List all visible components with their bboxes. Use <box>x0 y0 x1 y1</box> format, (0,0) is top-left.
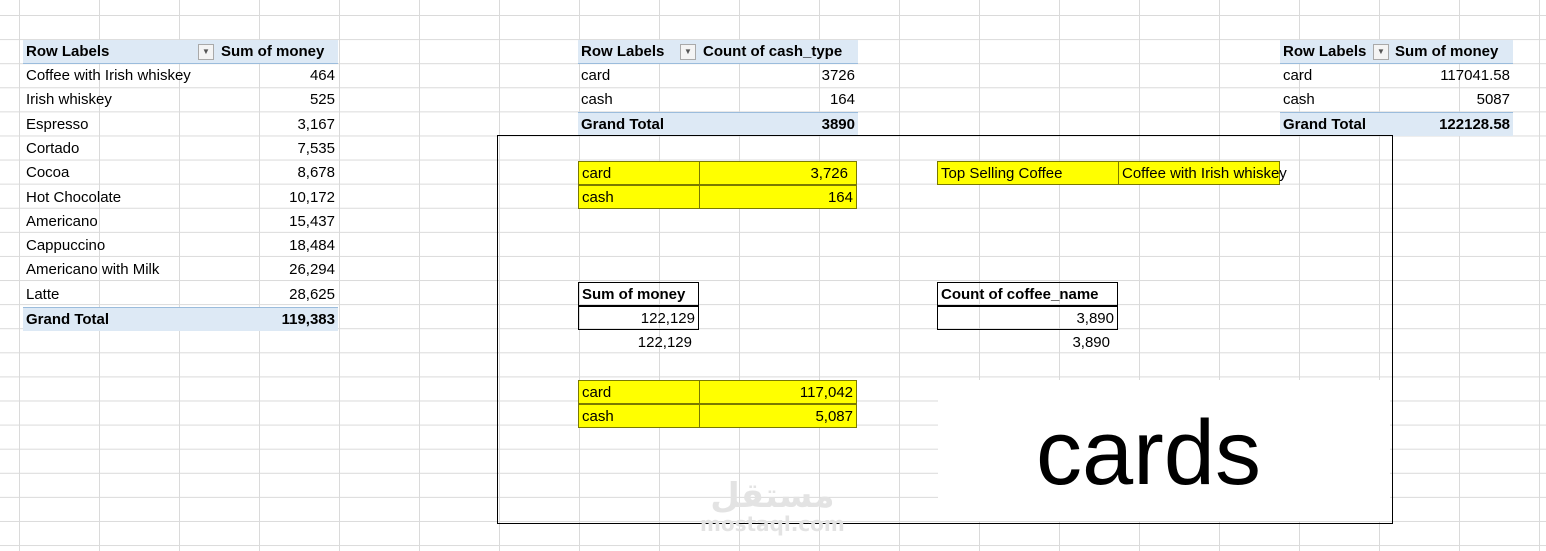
pivot-row-value[interactable]: 164 <box>700 88 858 112</box>
count-cash-value[interactable]: 164 <box>699 185 857 209</box>
pivot-row-value[interactable]: 28,625 <box>218 283 338 307</box>
pivot-row-label[interactable]: Espresso <box>23 113 218 137</box>
pivot-row-value[interactable]: 464 <box>218 64 338 88</box>
count-coffee-value-below[interactable]: 3,890 <box>937 331 1113 355</box>
pivot-header-value[interactable]: Sum of money <box>1392 40 1513 64</box>
pivot-row-label[interactable]: card <box>1280 64 1392 88</box>
pivot-row-label[interactable]: Cocoa <box>23 161 218 185</box>
pivot-row-label[interactable]: card <box>578 64 700 88</box>
pivot-row-label[interactable]: cash <box>578 88 700 112</box>
pivot-grand-total-value[interactable]: 119,383 <box>218 307 338 331</box>
sum-money-value-below[interactable]: 122,129 <box>578 331 695 355</box>
watermark-latin: mostaql.com <box>700 512 845 536</box>
payment-type-big-text: cards <box>1036 402 1261 504</box>
pivot-row-value[interactable]: 117041.58 <box>1392 64 1513 88</box>
pivot-row-value[interactable]: 525 <box>218 88 338 112</box>
count-card-value[interactable]: 3,726 <box>699 161 857 185</box>
pivot-row-label[interactable]: Coffee with Irish whiskey <box>23 64 218 88</box>
money-cash-value[interactable]: 5,087 <box>699 404 857 428</box>
watermark-arabic: مستقل <box>710 476 835 516</box>
pivot-header-row-labels[interactable]: Row Labels <box>23 40 218 64</box>
money-cash-label[interactable]: cash <box>578 404 700 428</box>
pivot-row-value[interactable]: 15,437 <box>218 210 338 234</box>
sum-money-value[interactable]: 122,129 <box>578 306 699 330</box>
dropdown-arrow-icon[interactable]: ▼ <box>1373 44 1389 60</box>
pivot-row-value[interactable]: 26,294 <box>218 258 338 282</box>
top-selling-label[interactable]: Top Selling Coffee <box>937 161 1119 185</box>
pivot-grand-total-value[interactable]: 3890 <box>700 112 858 136</box>
pivot-row-label[interactable]: Americano <box>23 210 218 234</box>
pivot-row-label[interactable]: Hot Chocolate <box>23 186 218 210</box>
pivot-row-value[interactable]: 7,535 <box>218 137 338 161</box>
pivot-header-value[interactable]: Count of cash_type <box>700 40 858 64</box>
pivot-row-label[interactable]: Irish whiskey <box>23 88 218 112</box>
pivot-row-value[interactable]: 3,167 <box>218 113 338 137</box>
pivot-grand-total-label[interactable]: Grand Total <box>23 307 218 331</box>
count-cash-label[interactable]: cash <box>578 185 700 209</box>
count-coffee-value[interactable]: 3,890 <box>937 306 1118 330</box>
pivot-row-value[interactable]: 18,484 <box>218 234 338 258</box>
count-coffee-header[interactable]: Count of coffee_name <box>937 282 1118 306</box>
pivot-row-label[interactable]: Cappuccino <box>23 234 218 258</box>
sum-money-header[interactable]: Sum of money <box>578 282 699 306</box>
pivot-row-label[interactable]: Americano with Milk <box>23 258 218 282</box>
pivot-row-value[interactable]: 10,172 <box>218 186 338 210</box>
pivot-row-label[interactable]: cash <box>1280 88 1392 112</box>
money-card-label[interactable]: card <box>578 380 700 404</box>
top-selling-value[interactable]: Coffee with Irish whiskey <box>1118 161 1287 185</box>
pivot-grand-total-value[interactable]: 122128.58 <box>1392 112 1513 136</box>
pivot-grand-total-label[interactable]: Grand Total <box>578 112 700 136</box>
watermark-logo: مستقل mostaql.com <box>700 478 845 534</box>
filter-sort-icon[interactable]: ▼ <box>198 44 214 60</box>
pivot-row-value[interactable]: 3726 <box>700 64 858 88</box>
dropdown-arrow-icon[interactable]: ▼ <box>680 44 696 60</box>
pivot-row-value[interactable]: 5087 <box>1392 88 1513 112</box>
count-card-label[interactable]: card <box>578 161 700 185</box>
pivot-row-label[interactable]: Cortado <box>23 137 218 161</box>
pivot-header-value[interactable]: Sum of money <box>218 40 338 64</box>
pivot-row-label[interactable]: Latte <box>23 283 218 307</box>
money-card-value[interactable]: 117,042 <box>699 380 857 404</box>
pivot-row-value[interactable]: 8,678 <box>218 161 338 185</box>
pivot-grand-total-label[interactable]: Grand Total <box>1280 112 1392 136</box>
